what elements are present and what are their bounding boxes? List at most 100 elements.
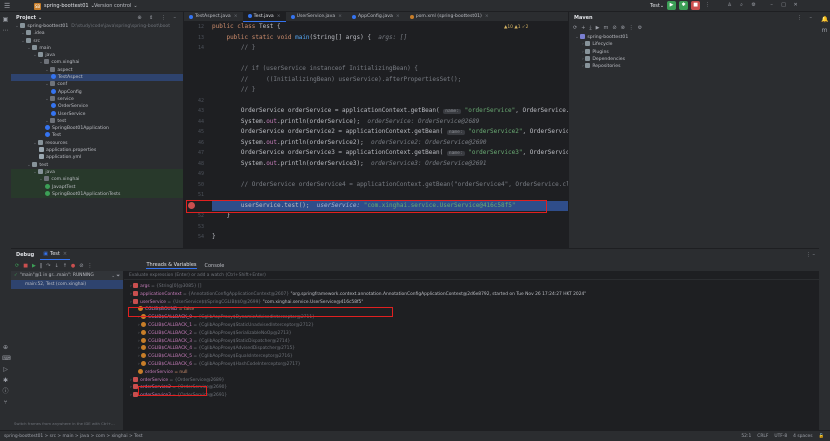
maven-tree-item[interactable]: › Lifecycle <box>569 41 819 48</box>
search-icon[interactable]: ⌕ <box>737 1 746 10</box>
variable-row[interactable]: › userService = {UserService$$SpringCGLI… <box>124 298 819 307</box>
project-tree-item[interactable]: Test <box>11 132 183 139</box>
project-tree-item[interactable]: AppConfig <box>11 88 183 96</box>
resume-icon[interactable]: ▶ <box>32 263 36 269</box>
project-tree-item[interactable]: ⌄ main <box>11 44 183 52</box>
editor-tab[interactable]: Test.java × <box>242 11 286 22</box>
project-tree-item[interactable]: ⌄ java <box>11 168 183 177</box>
version-control-menu[interactable]: Version control ⌄ <box>94 3 138 9</box>
variable-row[interactable]: › CGLIB$CALLBACK_1 = {CglibAopProxy$Stat… <box>124 321 819 330</box>
editor-tab[interactable]: AppConfig.java × <box>347 12 405 22</box>
close-tab-icon[interactable]: × <box>338 14 342 19</box>
run-config-selector[interactable]: Test ⌄ <box>650 3 664 9</box>
line-separator[interactable]: CRLF <box>757 434 768 439</box>
project-tree-item[interactable]: SpringBoot01Application <box>11 125 183 132</box>
breadcrumb[interactable]: spring-boottest01 > src > main > java > … <box>4 434 143 439</box>
close-tab-icon[interactable]: × <box>63 251 67 257</box>
services-tool-icon[interactable]: ⊕ <box>2 344 9 351</box>
run-tool-icon[interactable]: ▷ <box>2 366 9 373</box>
stack-frame[interactable]: main:52, Test (com.xinghai) <box>11 280 123 289</box>
add-icon[interactable]: + <box>581 25 585 31</box>
variable-row[interactable]: CGLIB$BOUND = false <box>124 306 819 314</box>
reload-icon[interactable]: ⟳ <box>573 25 577 31</box>
show-deps-icon[interactable]: ⋮ <box>629 25 634 31</box>
close-tab-icon[interactable]: × <box>485 14 489 19</box>
stop-icon[interactable]: ■ <box>691 1 701 10</box>
more-icon[interactable]: ⋮ <box>87 263 92 269</box>
editor-tab[interactable]: TestAspect.java × <box>184 12 243 22</box>
thread-selector[interactable]: ✓ "main"@1 in gr...main": RUNNING ⌄ ⏷ <box>11 271 123 280</box>
caret-position[interactable]: 52:1 <box>741 434 751 439</box>
project-tree-item[interactable]: ⌄ resources <box>11 139 183 147</box>
project-panel-title[interactable]: Project <box>16 15 36 21</box>
variable-row[interactable]: › args = {String[0]@3085} [] <box>124 283 819 291</box>
account-icon[interactable]: ♙ <box>725 1 734 10</box>
project-tree-item[interactable]: ⌄ spring-boottest01 D:\study\code\java\sp… <box>11 23 183 30</box>
maven-tree-item[interactable]: ⌄ spring-boottest01 <box>569 34 819 41</box>
project-tree-item[interactable]: ⌄ test <box>11 161 183 169</box>
project-tree-item[interactable]: application.properties <box>11 147 183 154</box>
project-tool-icon[interactable]: ▣ <box>2 16 9 23</box>
settings-icon[interactable]: ⚙ <box>638 25 642 31</box>
minimize-icon[interactable]: – <box>767 1 776 10</box>
editor-tab[interactable]: pom.xml (spring-boottest01) × <box>405 12 494 22</box>
step-over-icon[interactable]: ↷ <box>46 263 50 269</box>
maven-tree-item[interactable]: › Repositories <box>569 63 819 70</box>
more-icon[interactable]: ⋮ <box>703 1 712 10</box>
project-tree-item[interactable]: ⌄ com.xinghai <box>11 176 183 184</box>
close-tab-icon[interactable]: × <box>396 14 400 19</box>
toggle-offline-icon[interactable]: ⊘ <box>612 25 616 31</box>
tab-console[interactable]: Console <box>205 263 225 269</box>
notifications-icon[interactable]: 🔔 <box>821 16 828 23</box>
filter-icon[interactable]: ⌄ ⏷ <box>111 273 120 279</box>
panel-actions-icon[interactable]: ⋮ – <box>797 15 815 21</box>
maven-tree-item[interactable]: › Dependencies <box>569 55 819 63</box>
lock-icon[interactable]: 🔓 <box>819 434 824 439</box>
structure-tool-icon[interactable]: ⋯ <box>2 27 9 34</box>
project-tree-item[interactable]: SpringBoot01ApplicationTests <box>11 190 183 199</box>
maven-tool-icon[interactable]: m <box>821 27 828 34</box>
maximize-icon[interactable]: □ <box>779 1 788 10</box>
mute-breakpoints-icon[interactable]: ⊘ <box>79 263 83 269</box>
debug-icon[interactable]: ✱ <box>679 1 689 10</box>
problems-tool-icon[interactable]: ⓘ <box>2 388 9 395</box>
variable-row[interactable]: › CGLIB$CALLBACK_5 = {CglibAopProxy$Equa… <box>124 353 819 361</box>
run-maven-icon[interactable]: ▶ <box>596 25 600 31</box>
tab-threads-variables[interactable]: Threads & Variables <box>146 262 197 269</box>
code-editor[interactable]: 12 13 14 42 43 44 45 46 47 48 49 50 51 52 53 54 ▲10 ▲1 … <box>184 22 568 248</box>
breakpoint-icon[interactable] <box>188 202 195 209</box>
variable-row[interactable]: › CGLIB$CALLBACK_6 = {CglibAopProxy$Hash… <box>124 360 819 369</box>
project-tree-item[interactable]: ⌄ service <box>11 95 183 103</box>
step-into-icon[interactable]: ↓ <box>55 263 59 269</box>
project-tree-item[interactable]: TestAspect <box>11 74 183 82</box>
project-tree-item[interactable]: ⌄ com.xinghai <box>11 59 183 66</box>
maven-tree-item[interactable]: › Plugins <box>569 48 819 56</box>
close-tab-icon[interactable]: × <box>234 14 238 19</box>
close-tab-icon[interactable]: × <box>277 14 281 19</box>
project-tree-item[interactable]: ⌄ conf <box>11 81 183 88</box>
pause-icon[interactable]: ‖ <box>40 263 43 269</box>
project-switcher[interactable]: SB spring-boottest01 ⌄ <box>30 2 99 10</box>
main-menu-icon[interactable]: ☰ <box>4 2 10 10</box>
project-tree-item[interactable]: application.yml <box>11 154 183 161</box>
evaluate-expression-input[interactable]: Evaluate expression (Enter) or add a wat… <box>124 271 819 280</box>
project-tree-item[interactable]: JavaptTest <box>11 183 183 191</box>
variable-row[interactable]: › orderService = {OrderService@2689} <box>124 376 819 385</box>
project-tree-item[interactable]: OrderService <box>11 103 183 110</box>
project-tree-item[interactable]: ⌄ src <box>11 37 183 45</box>
run-icon[interactable]: ▶ <box>667 1 677 10</box>
debug-tool-icon[interactable]: ✱ <box>2 377 9 384</box>
terminal-tool-icon[interactable]: ⌨ <box>2 355 11 362</box>
file-encoding[interactable]: UTF-8 <box>774 434 787 439</box>
variable-row[interactable]: › applicationContext = {AnnotationConfig… <box>124 290 819 299</box>
view-breakpoints-icon[interactable]: ● <box>71 263 75 269</box>
variable-row[interactable]: › CGLIB$CALLBACK_0 = {CglibAopProxy$Dyna… <box>124 314 819 322</box>
settings-icon[interactable]: ⚙ <box>749 1 758 10</box>
project-tree-item[interactable]: ⌄ .idea <box>11 30 183 37</box>
variable-row[interactable]: › CGLIB$CALLBACK_4 = {CglibAopProxy$Advi… <box>124 345 819 353</box>
download-icon[interactable]: ⤓ <box>589 25 591 31</box>
variable-row[interactable]: › orderService2 = {OrderService@2690} <box>124 384 819 392</box>
step-out-icon[interactable]: ↑ <box>63 263 67 269</box>
close-icon[interactable]: ✕ <box>791 1 800 10</box>
execute-goal-icon[interactable]: m <box>603 25 608 31</box>
